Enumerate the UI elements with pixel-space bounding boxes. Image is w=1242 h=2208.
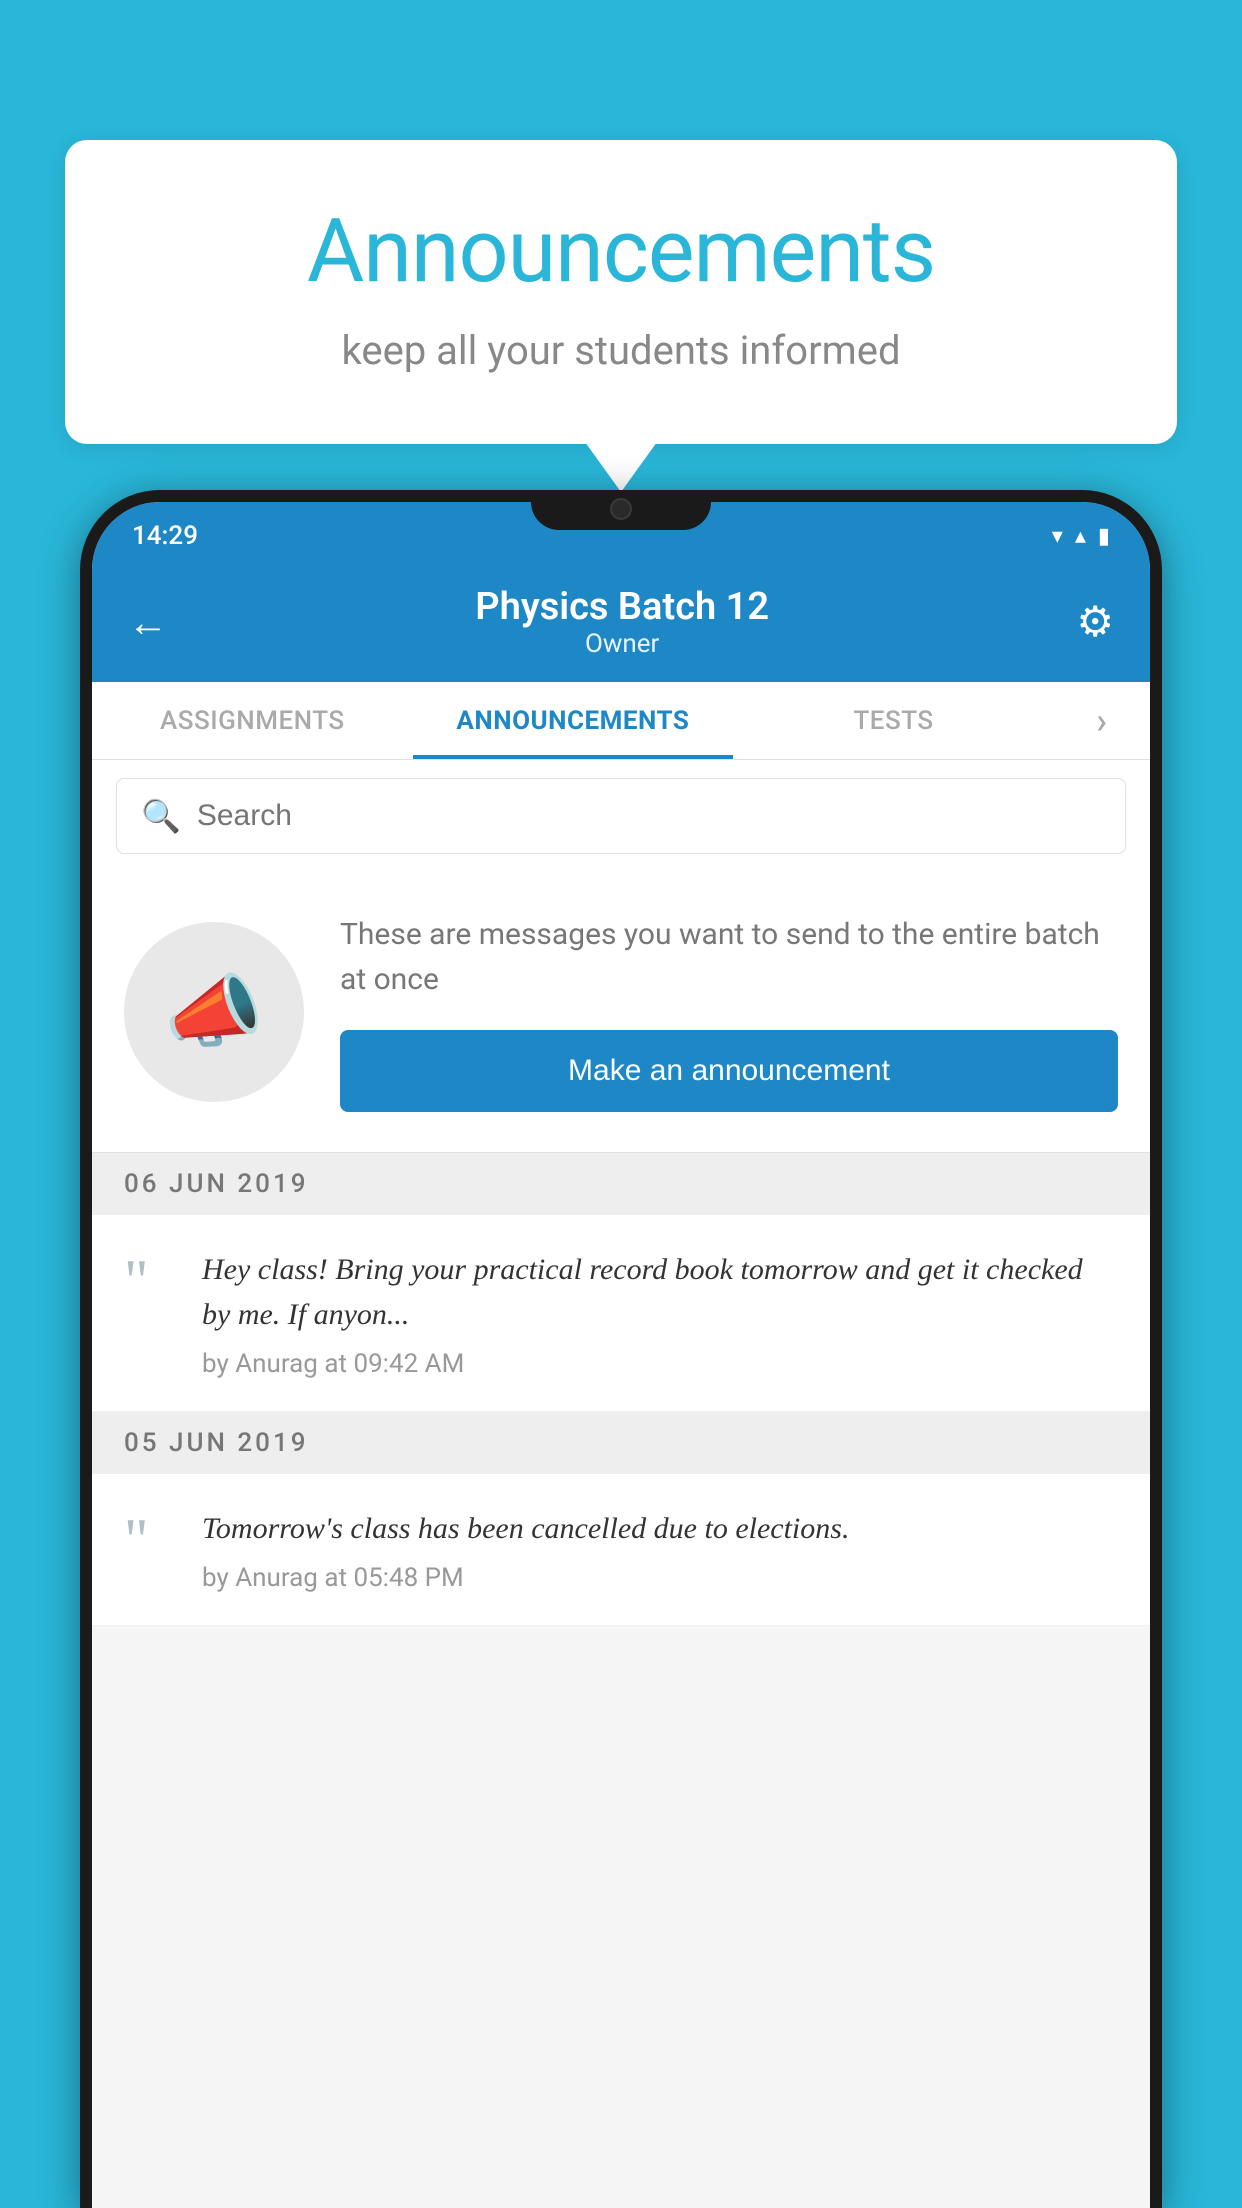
back-button[interactable]: ← bbox=[128, 599, 168, 646]
promo-description: These are messages you want to send to t… bbox=[340, 912, 1118, 1002]
quote-icon-2: " bbox=[124, 1510, 174, 1570]
header-subtitle: Owner bbox=[475, 629, 769, 659]
wifi-icon: ▾ bbox=[1052, 524, 1063, 549]
speech-bubble: Announcements keep all your students inf… bbox=[65, 140, 1177, 444]
tab-announcements[interactable]: ANNOUNCEMENTS bbox=[413, 682, 734, 759]
date-separator-2: 05 JUN 2019 bbox=[92, 1412, 1150, 1474]
phone-frame: 14:29 ▾ ▴ ▮ ← Physics Batch 12 Owner ⚙ A… bbox=[80, 490, 1162, 2208]
phone-screen: 14:29 ▾ ▴ ▮ ← Physics Batch 12 Owner ⚙ A… bbox=[92, 502, 1150, 2208]
announcement-item-2: " Tomorrow's class has been cancelled du… bbox=[92, 1474, 1150, 1626]
search-icon: 🔍 bbox=[141, 797, 181, 835]
promo-content: These are messages you want to send to t… bbox=[340, 912, 1118, 1112]
bubble-subtitle: keep all your students informed bbox=[135, 327, 1107, 374]
tab-more[interactable]: › bbox=[1054, 682, 1150, 759]
announcement-content-2: Tomorrow's class has been cancelled due … bbox=[202, 1506, 1118, 1593]
date-separator-1: 06 JUN 2019 bbox=[92, 1153, 1150, 1215]
app-header: ← Physics Batch 12 Owner ⚙ bbox=[92, 562, 1150, 682]
header-title-group: Physics Batch 12 Owner bbox=[475, 585, 769, 659]
announcement-content-1: Hey class! Bring your practical record b… bbox=[202, 1247, 1118, 1379]
announcement-meta-2: by Anurag at 05:48 PM bbox=[202, 1563, 1118, 1593]
header-title: Physics Batch 12 bbox=[475, 585, 769, 629]
announcement-text-2: Tomorrow's class has been cancelled due … bbox=[202, 1506, 1118, 1551]
status-time: 14:29 bbox=[132, 521, 198, 551]
tab-bar: ASSIGNMENTS ANNOUNCEMENTS TESTS › bbox=[92, 682, 1150, 760]
announcement-meta-1: by Anurag at 09:42 AM bbox=[202, 1349, 1118, 1379]
promo-icon-circle: 📣 bbox=[124, 922, 304, 1102]
signal-icon: ▴ bbox=[1075, 524, 1086, 549]
search-container: 🔍 bbox=[92, 760, 1150, 872]
search-input[interactable] bbox=[197, 799, 1101, 833]
megaphone-icon: 📣 bbox=[164, 965, 264, 1059]
announcement-text-1: Hey class! Bring your practical record b… bbox=[202, 1247, 1118, 1337]
speech-bubble-section: Announcements keep all your students inf… bbox=[65, 140, 1177, 444]
quote-icon-1: " bbox=[124, 1251, 174, 1311]
tab-assignments[interactable]: ASSIGNMENTS bbox=[92, 682, 413, 759]
tab-tests[interactable]: TESTS bbox=[733, 682, 1054, 759]
camera-notch bbox=[610, 498, 632, 520]
announcement-promo: 📣 These are messages you want to send to… bbox=[92, 872, 1150, 1153]
status-icons: ▾ ▴ ▮ bbox=[1052, 524, 1110, 549]
phone-notch bbox=[531, 490, 711, 530]
search-bar[interactable]: 🔍 bbox=[116, 778, 1126, 854]
bubble-title: Announcements bbox=[135, 200, 1107, 303]
settings-icon[interactable]: ⚙ bbox=[1076, 597, 1114, 647]
make-announcement-button[interactable]: Make an announcement bbox=[340, 1030, 1118, 1112]
announcement-item-1: " Hey class! Bring your practical record… bbox=[92, 1215, 1150, 1412]
battery-icon: ▮ bbox=[1098, 524, 1110, 549]
